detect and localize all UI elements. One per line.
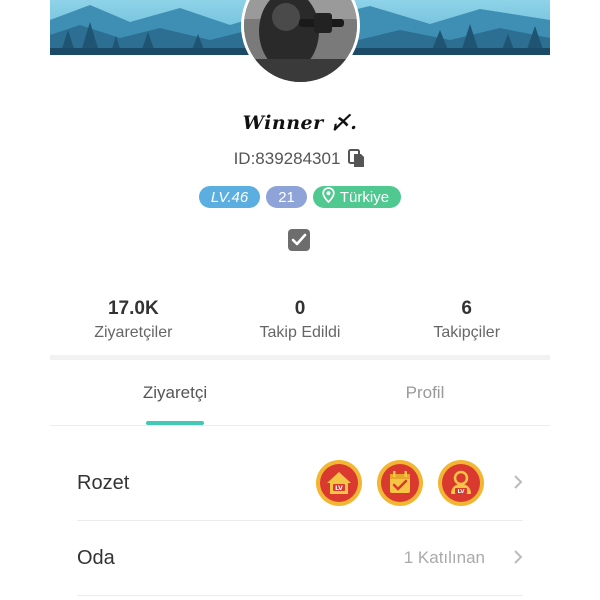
tab-visitor[interactable]: Ziyaretçi bbox=[50, 360, 300, 425]
profile-tabs: Ziyaretçi Profil bbox=[50, 360, 550, 426]
copy-icon[interactable] bbox=[348, 149, 366, 169]
calendar-check-medal-icon[interactable] bbox=[376, 459, 424, 507]
country-label: Türkiye bbox=[339, 188, 390, 206]
country-badge: Türkiye bbox=[312, 186, 402, 208]
level-badge: LV.46 bbox=[198, 186, 261, 208]
room-joined-count: 1 Katılınan bbox=[403, 548, 485, 567]
avatar[interactable] bbox=[241, 0, 360, 85]
stat-value: 6 bbox=[461, 298, 472, 319]
stat-label: Ziyaretçiler bbox=[94, 324, 173, 341]
stat-followers[interactable]: 6 Takipçiler bbox=[383, 298, 550, 342]
svg-text:LV: LV bbox=[457, 489, 465, 495]
badges-row-right: LV LV bbox=[315, 459, 523, 507]
stat-value: 17.0K bbox=[107, 298, 159, 319]
chevron-right-icon bbox=[513, 470, 523, 496]
avatar-photo bbox=[244, 0, 357, 82]
tab-label: Ziyaretçi bbox=[142, 382, 208, 402]
stat-following[interactable]: 0 Takip Edildi bbox=[217, 298, 384, 342]
active-tab-indicator bbox=[146, 421, 204, 425]
user-id: ID:839284301 bbox=[233, 149, 341, 168]
profile-badges: LV.46 21 Türkiye bbox=[0, 186, 600, 208]
chevron-right-icon bbox=[513, 545, 523, 571]
tab-label: Profil bbox=[405, 382, 445, 402]
house-level-medal-icon[interactable]: LV bbox=[315, 459, 363, 507]
user-id-row: ID:839284301 bbox=[0, 149, 600, 169]
tab-profile[interactable]: Profil bbox=[300, 360, 550, 425]
age-badge: 21 bbox=[266, 186, 307, 208]
stat-label: Takipçiler bbox=[433, 324, 501, 341]
room-row[interactable]: Oda 1 Katılınan bbox=[77, 521, 523, 596]
stat-visitors[interactable]: 17.0K Ziyaretçiler bbox=[50, 298, 217, 342]
stat-value: 0 bbox=[294, 298, 306, 319]
username: Winner 〆. bbox=[242, 112, 358, 134]
profile-stats: 17.0K Ziyaretçiler 0 Takip Edildi 6 Taki… bbox=[50, 298, 550, 342]
badges-row[interactable]: Rozet LV LV bbox=[77, 446, 523, 521]
stat-label: Takip Edildi bbox=[259, 324, 341, 341]
room-row-right: 1 Katılınan bbox=[404, 545, 523, 571]
checkbox-check-icon[interactable] bbox=[288, 229, 310, 251]
svg-text:LV: LV bbox=[335, 485, 343, 492]
person-level-medal-icon[interactable]: LV bbox=[437, 459, 485, 507]
medal-list: LV LV bbox=[315, 459, 485, 507]
room-row-title: Oda bbox=[77, 546, 115, 569]
location-pin-icon bbox=[322, 187, 335, 207]
badges-row-title: Rozet bbox=[77, 471, 130, 494]
